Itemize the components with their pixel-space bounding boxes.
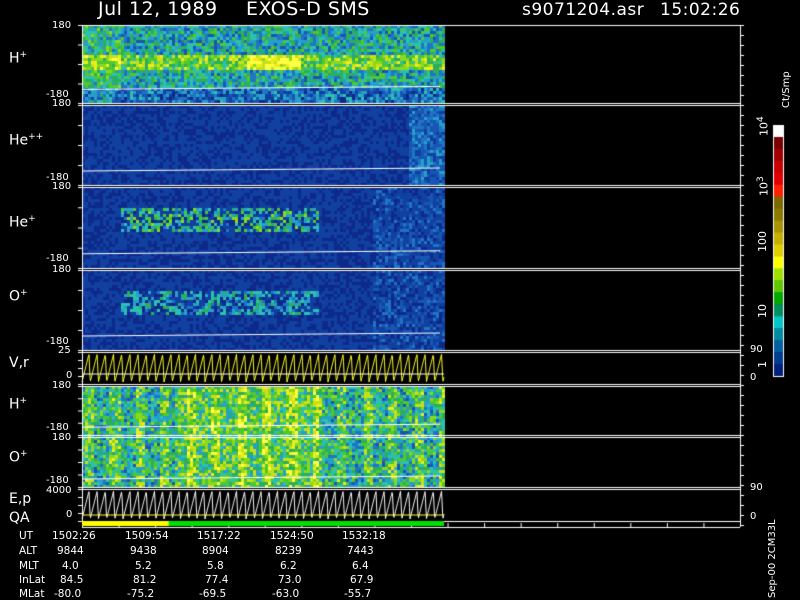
alt-value: 8239: [275, 545, 302, 557]
ytick-top: 180: [52, 181, 72, 192]
inlat-value: 84.5: [60, 574, 84, 586]
ytick-top: 180: [52, 98, 72, 109]
ytick-top: 180: [52, 380, 72, 391]
panel-label-h-plus: H+: [9, 50, 28, 67]
mlt-value: 5.2: [135, 560, 152, 572]
ytick-top: 4000: [46, 485, 72, 496]
ytick-top: 180: [52, 264, 72, 275]
alt-value: 7443: [347, 545, 374, 557]
alt-value: 9438: [130, 545, 157, 557]
colorbar-label-1e4: 104: [756, 116, 771, 136]
right-tick-bottom: 0: [750, 372, 757, 383]
right-tick-top: 90: [750, 482, 763, 493]
file-name: s9071204.asr: [522, 0, 645, 20]
panel-label-o-plus: O+: [9, 288, 28, 305]
spectrogram-canvas: [0, 0, 800, 600]
mlt-value: 5.8: [207, 560, 224, 572]
ytick-top: 180: [52, 20, 72, 31]
ut-value: 1524:50: [270, 530, 314, 542]
mlat-label: MLat: [19, 588, 45, 600]
mlat-value: -75.2: [127, 588, 155, 600]
date-title: Jul 12, 1989: [98, 0, 218, 20]
ut-value: 1509:54: [125, 530, 169, 542]
panel-label-he-plus: He+: [9, 214, 36, 231]
mlat-value: -55.7: [344, 588, 372, 600]
mlat-value: -63.0: [272, 588, 300, 600]
panel-label-h-plus-2: H+: [9, 396, 28, 413]
inlat-value: 81.2: [133, 574, 157, 586]
ytick-bottom: -180: [46, 253, 69, 264]
alt-label: ALT: [19, 545, 38, 557]
ut-value: 1502:26: [52, 530, 96, 542]
ytick-bottom: 0: [66, 509, 73, 520]
inlat-value: 73.0: [278, 574, 302, 586]
ytick-top: 180: [52, 432, 72, 443]
mlt-value: 6.2: [280, 560, 297, 572]
ytick-top: 25: [58, 345, 71, 356]
right-tick-top: 90: [750, 344, 763, 355]
mlt-label: MLT: [19, 560, 39, 572]
ut-value: 1532:18: [342, 530, 386, 542]
ut-label: UT: [19, 530, 34, 542]
colorbar-label-1e3: 103: [756, 176, 771, 196]
alt-value: 8904: [202, 545, 229, 557]
ut-value: 1517:22: [197, 530, 241, 542]
colorbar-unit: Ct/Smp: [781, 71, 792, 108]
colorbar-label-1: 1: [756, 361, 769, 368]
inlat-value: 77.4: [205, 574, 229, 586]
instrument-title: EXOS-D SMS: [246, 0, 370, 20]
colorbar-label-100: 100: [756, 231, 769, 252]
right-tick-bottom: 0: [750, 511, 757, 522]
version-label: Sep-00 2CM33L: [767, 519, 778, 598]
alt-value: 9844: [57, 545, 84, 557]
panel-label-vr: V,r: [9, 355, 29, 371]
panel-label-he-plus-plus: He++: [9, 132, 44, 149]
panel-label-ep: E,p: [9, 491, 32, 507]
qa-label: QA: [9, 510, 30, 526]
panel-label-o-plus-2: O+: [9, 449, 28, 466]
inlat-value: 67.9: [350, 574, 374, 586]
mlat-value: -69.5: [199, 588, 227, 600]
time-label: 15:02:26: [660, 0, 741, 20]
inlat-label: InLat: [19, 574, 46, 586]
mlt-value: 6.4: [352, 560, 369, 572]
colorbar-label-10: 10: [756, 304, 769, 318]
mlt-value: 4.0: [62, 560, 79, 572]
mlat-value: -80.0: [54, 588, 82, 600]
